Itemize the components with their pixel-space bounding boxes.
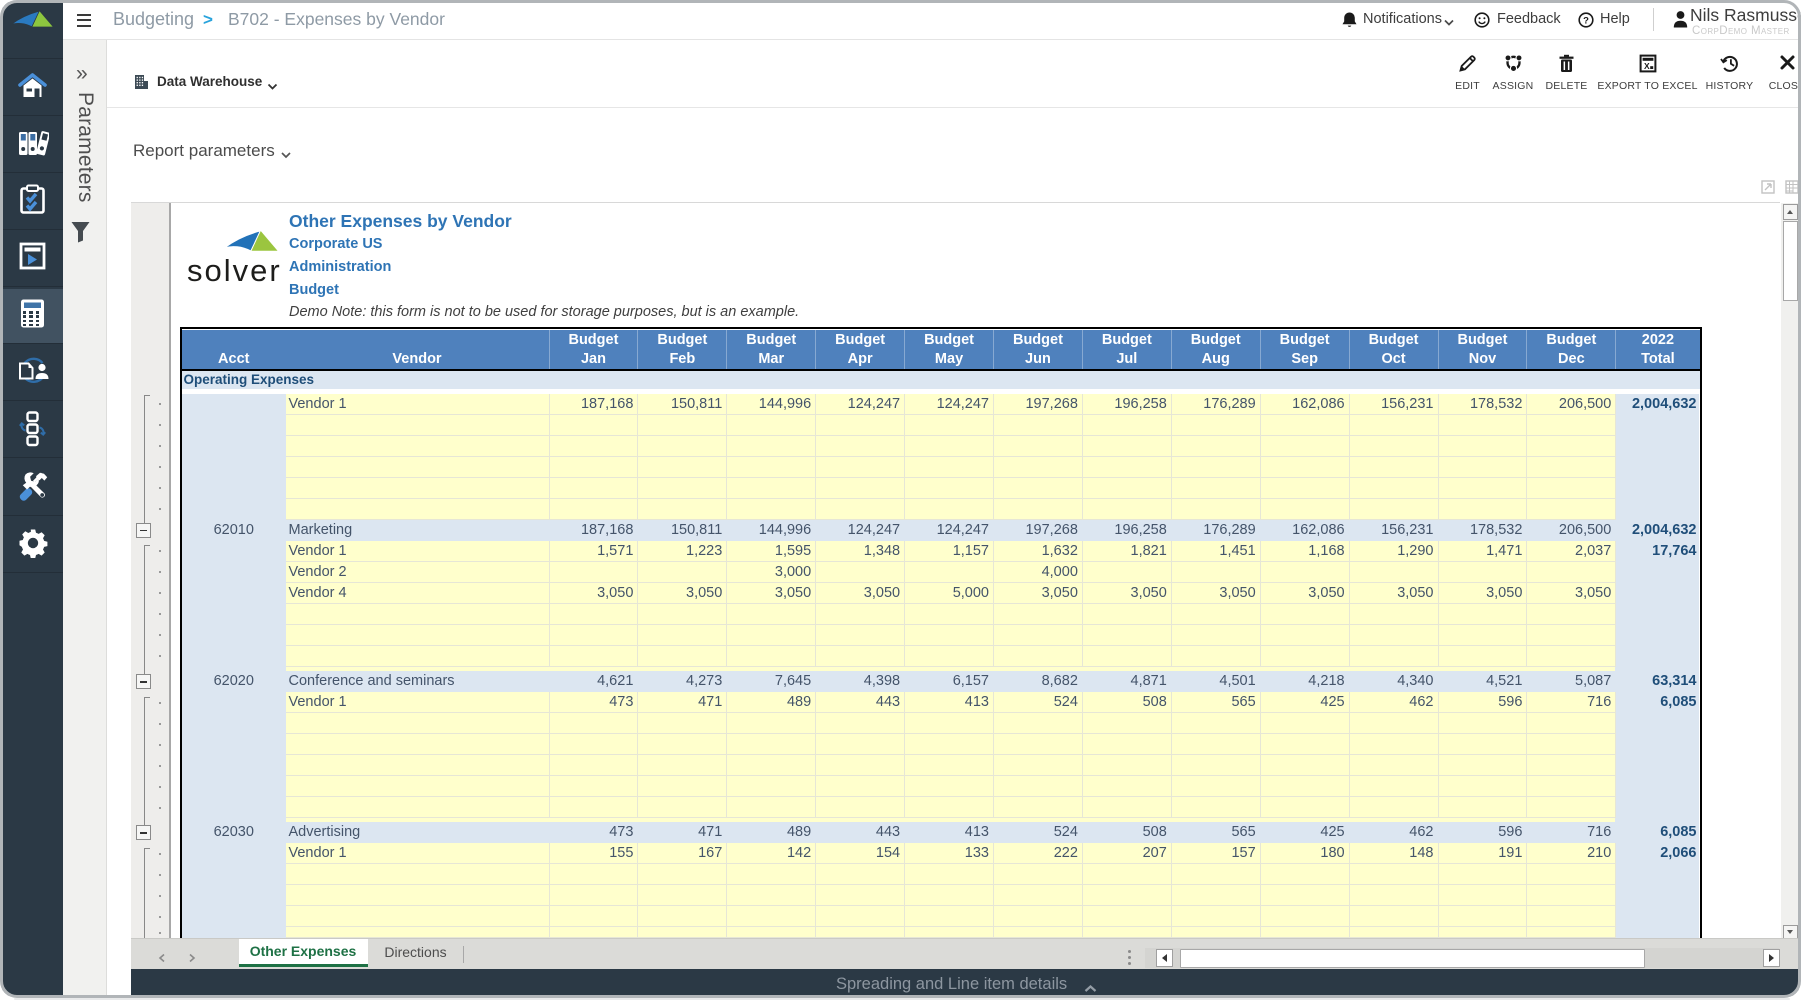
svg-text:X: X — [1644, 61, 1650, 71]
svg-text:?: ? — [1583, 16, 1589, 27]
